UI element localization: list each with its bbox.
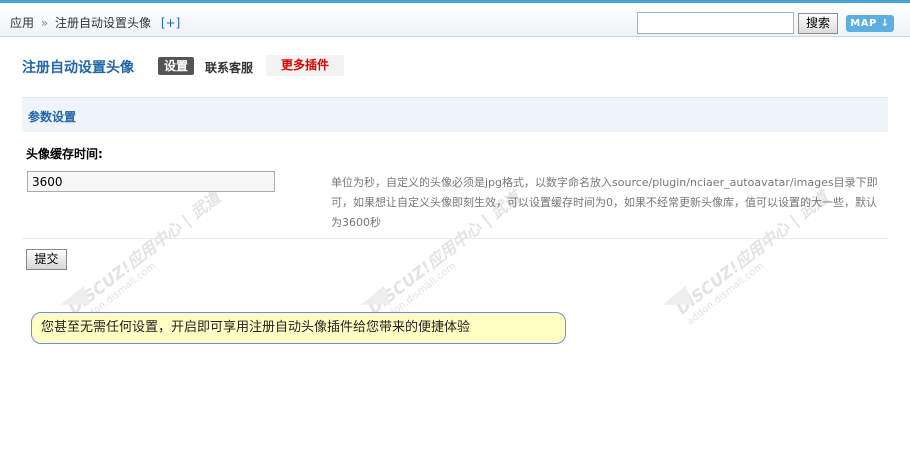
add-shortcut-link[interactable]: [+] [161, 16, 180, 30]
section-header: 参数设置 [22, 97, 888, 132]
tab-contact-support[interactable]: 联系客服 [205, 59, 253, 76]
map-button[interactable]: MAP ↓ [846, 15, 894, 32]
cache-time-label: 头像缓存时间: [26, 147, 103, 161]
section-title: 参数设置 [28, 110, 77, 124]
cache-time-description: 单位为秒，自定义的头像必须是jpg格式，以数字命名放入source/plugin… [331, 176, 878, 229]
breadcrumb-separator: » [40, 16, 49, 30]
search-input[interactable] [637, 12, 794, 34]
watermark-arrow-icon [357, 285, 391, 315]
submit-button[interactable]: 提交 [26, 249, 67, 270]
watermark: DISCUZ!应用中心 | 武道 addon.dismall.com [64, 187, 224, 328]
search-button[interactable]: 搜索 [798, 13, 838, 34]
tab-more-plugins[interactable]: 更多插件 [266, 55, 344, 76]
tab-settings[interactable]: 设置 [158, 57, 195, 75]
plugin-title: 注册自动设置头像 [22, 60, 134, 76]
breadcrumb-root[interactable]: 应用 [10, 16, 34, 30]
cache-time-input[interactable] [27, 171, 275, 192]
top-bar: 应用 » 注册自动设置头像 [+] 搜索 MAP ↓ [0, 3, 910, 37]
breadcrumb: 应用 » 注册自动设置头像 [+] [10, 14, 180, 31]
watermark-arrow-icon [659, 285, 693, 315]
row-divider [22, 238, 888, 239]
notice-box: 您甚至无需任何设置，开启即可享用注册自动头像插件给您带来的便捷体验 [31, 312, 566, 344]
watermark-arrow-icon [57, 285, 91, 315]
breadcrumb-current: 注册自动设置头像 [55, 16, 152, 30]
